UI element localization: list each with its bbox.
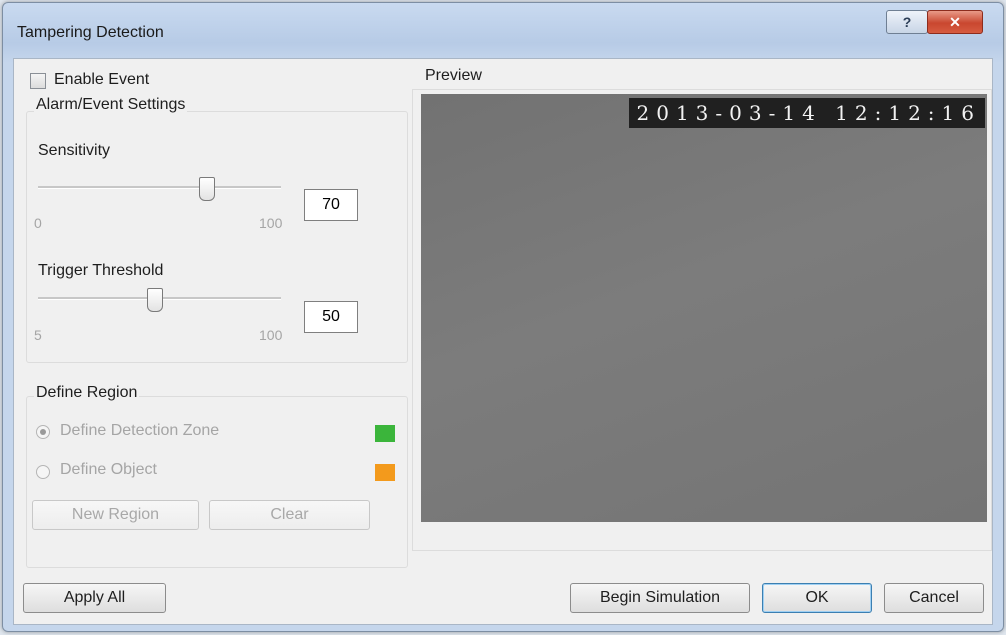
enable-event-label: Enable Event: [54, 71, 150, 88]
define-detection-zone-radio[interactable]: [36, 425, 50, 439]
ok-button-label: OK: [805, 589, 829, 606]
sensitivity-label: Sensitivity: [38, 142, 111, 159]
object-color-swatch: [375, 464, 395, 481]
alarm-event-settings-label: Alarm/Event Settings: [34, 96, 188, 114]
tampering-detection-dialog: Tampering Detection ? ✕ Enable Event Ala…: [2, 2, 1004, 632]
cancel-button[interactable]: Cancel: [884, 583, 984, 613]
trigger-threshold-max-label: 100: [259, 327, 283, 343]
clear-button-label: Clear: [270, 506, 309, 523]
trigger-threshold-min-label: 5: [34, 327, 42, 343]
sensitivity-slider-thumb[interactable]: [199, 177, 215, 201]
help-icon: ?: [902, 14, 912, 30]
preview-timestamp: 2013-03-14 12:12:16: [628, 98, 985, 128]
trigger-threshold-label: Trigger Threshold: [38, 262, 164, 279]
define-region-label: Define Region: [34, 384, 140, 402]
sensitivity-min-label: 0: [34, 215, 42, 231]
begin-simulation-button-label: Begin Simulation: [599, 589, 721, 606]
define-object-radio[interactable]: [36, 465, 50, 479]
apply-all-button-label: Apply All: [63, 589, 126, 606]
apply-all-button[interactable]: Apply All: [23, 583, 166, 613]
sensitivity-value: 70: [322, 196, 340, 213]
clear-button[interactable]: Clear: [209, 500, 370, 530]
help-button[interactable]: ?: [886, 10, 928, 34]
window-title: Tampering Detection: [17, 24, 164, 41]
sensitivity-value-field[interactable]: 70: [304, 189, 358, 221]
close-button[interactable]: ✕: [927, 10, 983, 34]
preview-label: Preview: [425, 67, 482, 84]
ok-button[interactable]: OK: [762, 583, 872, 613]
title-bar[interactable]: Tampering Detection ? ✕: [3, 3, 1003, 61]
new-region-button[interactable]: New Region: [32, 500, 199, 530]
cancel-button-label: Cancel: [909, 589, 959, 606]
dialog-body: Enable Event Alarm/Event Settings Sensit…: [13, 58, 993, 625]
trigger-threshold-value: 50: [322, 308, 340, 325]
detection-zone-color-swatch: [375, 425, 395, 442]
enable-event-checkbox[interactable]: [30, 73, 46, 89]
sensitivity-slider-track[interactable]: [38, 186, 281, 189]
new-region-button-label: New Region: [71, 506, 160, 523]
camera-preview: 2013-03-14 12:12:16: [421, 94, 987, 522]
sensitivity-max-label: 100: [259, 215, 283, 231]
close-icon: ✕: [949, 13, 961, 30]
trigger-threshold-value-field[interactable]: 50: [304, 301, 358, 333]
define-object-label: Define Object: [60, 461, 157, 478]
begin-simulation-button[interactable]: Begin Simulation: [570, 583, 750, 613]
trigger-threshold-slider-thumb[interactable]: [147, 288, 163, 312]
define-detection-zone-label: Define Detection Zone: [60, 422, 220, 439]
